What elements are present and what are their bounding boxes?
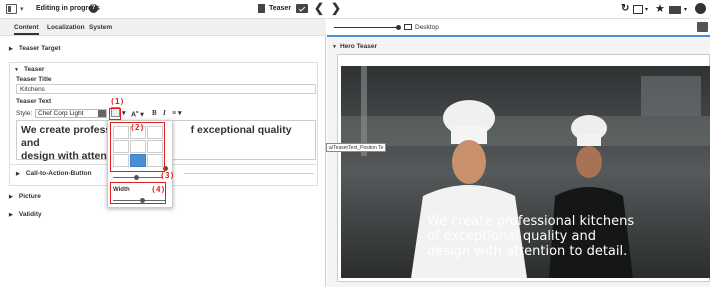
monitor-icon <box>404 24 412 30</box>
teaser-text-label: Teaser Text <box>16 98 52 105</box>
reload-icon[interactable]: ↻ <box>621 3 632 14</box>
image-icon[interactable] <box>669 6 681 14</box>
section-cta[interactable]: ▶ Call-to-Action-Button <box>16 170 92 177</box>
section-validity[interactable]: ▶ Validity <box>9 211 42 218</box>
align-icon[interactable]: ≡ ▾ <box>172 109 182 117</box>
annotation-label-3: (3) <box>160 171 175 180</box>
open-external-icon[interactable] <box>633 5 643 14</box>
help-icon[interactable]: ? <box>89 4 98 13</box>
italic-icon[interactable]: I <box>163 109 166 117</box>
tab-system[interactable]: System <box>89 24 112 31</box>
rte-text-line: We create professio <box>21 124 121 136</box>
device-slider-track <box>334 27 398 28</box>
annotation-box-1 <box>109 108 121 120</box>
editor-top-bar: ▾ Editing in progress ? Teaser ❮ <box>0 0 326 19</box>
preview-settings-icon[interactable] <box>697 22 708 32</box>
tab-content[interactable]: Content <box>14 24 39 35</box>
document-icon <box>258 4 265 13</box>
device-label: Desktop <box>415 24 439 31</box>
chevron-down-icon[interactable]: ▾ <box>684 6 695 17</box>
approve-icon[interactable] <box>296 4 308 13</box>
hero-headline: We create professional kitchens of excep… <box>427 214 635 259</box>
library-icon[interactable] <box>6 4 17 14</box>
triangle-right-icon: ▶ <box>9 194 13 200</box>
chevron-down-icon <box>98 110 106 117</box>
section-picture[interactable]: ▶ Picture <box>9 193 41 200</box>
clock-icon[interactable] <box>695 3 706 14</box>
style-select-value: Chef Corp Light <box>38 110 84 117</box>
preview-top-bar: ❯ ↻ ▾ ★ ▾ <box>327 0 710 19</box>
chevron-down-icon[interactable]: ▾ <box>122 109 126 117</box>
divider <box>184 173 314 174</box>
section-teaser-target[interactable]: ▶ Teaser Target <box>9 45 61 52</box>
annotation-label-2: (2) <box>130 123 145 132</box>
tab-localization[interactable]: Localization <box>47 24 85 31</box>
content-type-label: Teaser <box>269 5 292 12</box>
triangle-right-icon: ▶ <box>9 212 13 218</box>
chevron-down-icon[interactable]: ▾ <box>20 5 24 13</box>
triangle-down-icon: ▼ <box>332 44 337 50</box>
collapse-pane-button[interactable]: ❮ <box>314 1 324 15</box>
section-teaser[interactable]: ▼ Teaser <box>14 66 44 73</box>
triangle-right-icon: ▶ <box>16 171 20 177</box>
teaser-title-field[interactable]: Kitchens <box>16 84 316 94</box>
element-path-tooltip: a/TeaserText_Positon Te <box>326 143 387 152</box>
teaser-title-label: Teaser Title <box>16 76 52 83</box>
font-size-icon[interactable]: Aa ▾ <box>131 109 144 118</box>
annotation-label-4: (4) <box>151 185 166 194</box>
bold-icon[interactable]: B <box>152 109 157 117</box>
editor-pane: ▾ Editing in progress ? Teaser ❮ Content… <box>0 0 326 287</box>
device-bar: Desktop <box>327 19 710 37</box>
expand-pane-button[interactable]: ❯ <box>331 1 341 15</box>
triangle-right-icon: ▶ <box>9 46 13 52</box>
grid-slider-knob[interactable] <box>134 175 139 180</box>
annotation-label-1: (1) <box>110 97 125 106</box>
star-icon[interactable]: ★ <box>655 2 666 15</box>
style-select[interactable]: Chef Corp Light <box>35 109 107 118</box>
hero-image[interactable]: We create professional kitchens of excep… <box>341 66 710 278</box>
triangle-down-icon: ▼ <box>14 67 19 73</box>
style-label: Style: <box>16 110 33 117</box>
hero-teaser-label[interactable]: ▼ Hero Teaser <box>332 43 377 50</box>
tab-bar: Content Localization System <box>0 19 326 36</box>
device-slider-knob[interactable] <box>396 25 401 30</box>
